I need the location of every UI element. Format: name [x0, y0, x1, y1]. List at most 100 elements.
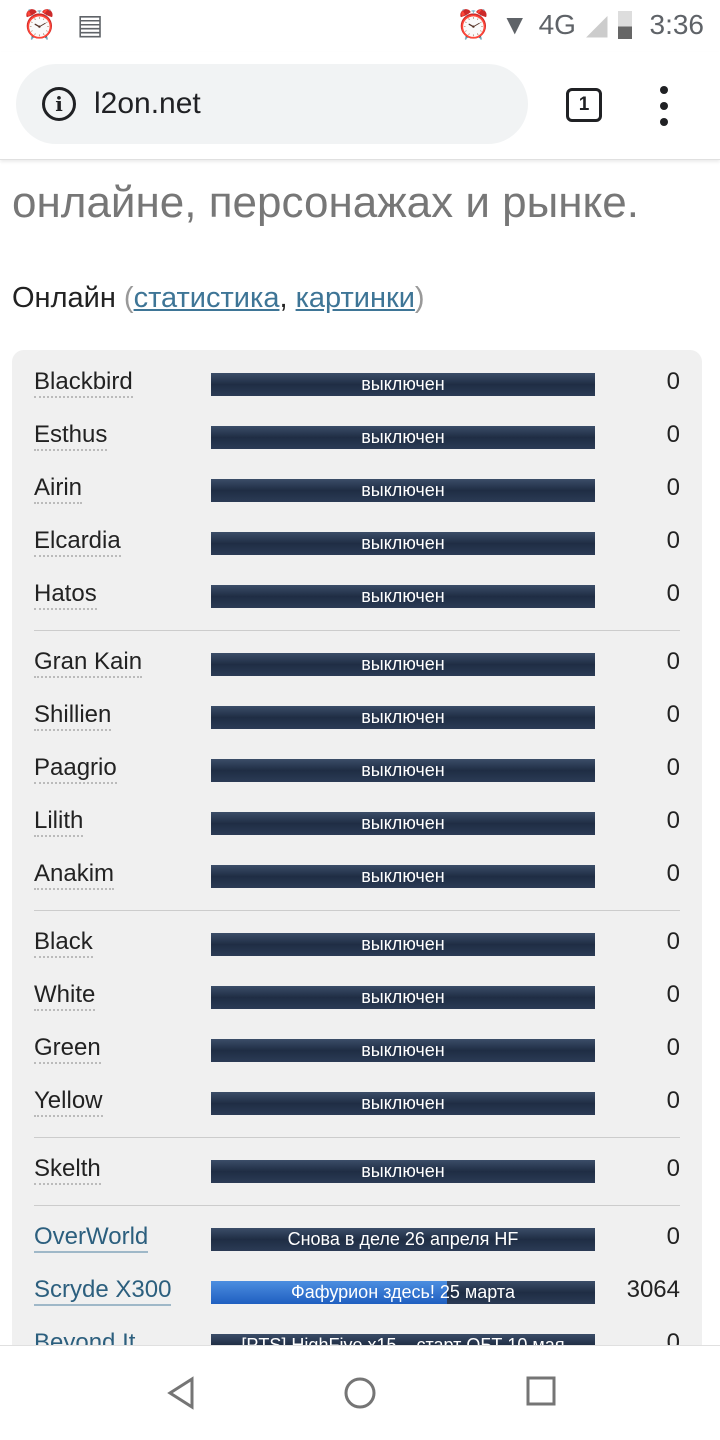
pictures-link[interactable]: картинки	[296, 282, 415, 314]
server-row: Paagrio выключен 0	[34, 744, 680, 797]
server-name[interactable]: Beyond It	[34, 1329, 135, 1345]
status-bar-2: выключен	[211, 479, 595, 502]
home-icon[interactable]	[343, 1376, 377, 1410]
server-name[interactable]: Lilith	[34, 807, 84, 837]
online-count: 0	[666, 754, 680, 781]
news-icon: ▤	[76, 9, 104, 40]
paren-close: )	[414, 282, 425, 314]
online-count: 0	[666, 1034, 680, 1061]
online-count: 0	[666, 1329, 680, 1345]
server-list: Blackbird выключен 0 Esthus выключен 0 Airin вы…	[12, 350, 702, 1345]
online-count: 0	[666, 928, 680, 955]
page-content: онлайне, персонажах и рынке. Онлайн (ста…	[0, 160, 720, 1345]
server-name[interactable]: Blackbird	[34, 368, 133, 398]
group-divider	[34, 630, 680, 631]
online-count: 0	[666, 1087, 680, 1114]
status-bar-3: выключен	[211, 812, 595, 835]
clock: 3:36	[649, 8, 705, 40]
online-count: 0	[666, 701, 680, 728]
server-status: выключен	[361, 707, 445, 727]
server-status: выключен	[361, 1093, 445, 1113]
tab-switcher-button[interactable]: 1	[566, 88, 602, 122]
server-row: Black выключен 0	[34, 918, 680, 971]
server-name[interactable]: Esthus	[34, 421, 108, 451]
server-status: выключен	[361, 427, 445, 447]
status-bar-1: выключен	[211, 426, 595, 449]
server-row: Blackbird выключен 0	[34, 358, 680, 411]
status-bar-1: выключен	[211, 706, 595, 729]
server-row: Gran Kain выключен 0	[34, 638, 680, 691]
page-headline: онлайне, персонажах и рынке.	[12, 178, 639, 227]
online-count: 0	[666, 474, 680, 501]
recents-icon[interactable]	[526, 1376, 556, 1406]
server-name[interactable]: Skelth	[34, 1155, 101, 1185]
battery-icon	[617, 10, 632, 39]
status-bar-1: выключен	[211, 986, 595, 1009]
server-status: выключен	[361, 987, 445, 1007]
server-status: выключен	[361, 480, 445, 500]
server-name[interactable]: White	[34, 981, 96, 1011]
server-name[interactable]: Yellow	[34, 1087, 103, 1117]
server-name[interactable]: Paagrio	[34, 754, 117, 784]
server-status: выключен	[361, 934, 445, 954]
server-status: выключен	[361, 760, 445, 780]
status-bar-2: [PTS] HighFive x15 – старт ОБТ 10 мая	[211, 1334, 595, 1345]
status-bar-3: выключен	[211, 1092, 595, 1115]
paren-open: (	[123, 282, 134, 314]
server-row: Anakim выключен 0	[34, 850, 680, 903]
more-menu-icon[interactable]	[654, 86, 674, 126]
status-bar-4: выключен	[211, 585, 595, 608]
online-count: 0	[666, 580, 680, 607]
statistics-link[interactable]: статистика	[134, 282, 280, 314]
server-row: Shillien выключен 0	[34, 691, 680, 744]
alarm-icon: ⏰	[22, 9, 57, 40]
server-status: выключен	[361, 866, 445, 886]
status-bar-2: выключен	[211, 759, 595, 782]
server-name[interactable]: Airin	[34, 474, 83, 504]
server-row: Esthus выключен 0	[34, 411, 680, 464]
server-status: Снова в деле 26 апреля HF	[287, 1229, 519, 1249]
server-row: Skelth выключен 0	[34, 1145, 680, 1198]
status-bar-3: выключен	[211, 532, 595, 555]
address-bar[interactable]: i l2on.net	[16, 64, 528, 144]
server-status: [PTS] HighFive x15 – старт ОБТ 10 мая	[241, 1335, 565, 1345]
status-bar-4: выключен	[211, 865, 595, 888]
server-row: Scryde X300 Фафурион здесь! 25 марта 3064	[34, 1266, 680, 1319]
group-divider	[34, 910, 680, 911]
status-bar-2: выключен	[211, 1039, 595, 1062]
status-bar-0: Снова в деле 26 апреля HF	[211, 1228, 595, 1251]
info-icon[interactable]: i	[42, 87, 76, 121]
server-row: Hatos выключен 0	[34, 570, 680, 623]
server-status: Фафурион здесь! 25 марта	[291, 1282, 515, 1302]
server-status: выключен	[361, 1040, 445, 1060]
network-type: 4G	[538, 8, 576, 40]
online-count: 0	[666, 527, 680, 554]
status-bar-0: выключен	[211, 373, 595, 396]
comma: ,	[279, 282, 296, 314]
online-label: Онлайн	[12, 282, 116, 314]
server-name[interactable]: Anakim	[34, 860, 115, 890]
status-bar-0: выключен	[211, 933, 595, 956]
server-name[interactable]: Scryde X300	[34, 1276, 172, 1306]
server-name[interactable]: Green	[34, 1034, 101, 1064]
server-row: Green выключен 0	[34, 1024, 680, 1077]
signal-icon: ◢	[585, 9, 608, 40]
online-count: 3064	[626, 1276, 680, 1303]
status-bar-0: выключен	[211, 1160, 595, 1183]
server-name[interactable]: Hatos	[34, 580, 97, 610]
online-count: 0	[666, 1155, 680, 1182]
server-status: выключен	[361, 586, 445, 606]
server-status: выключен	[361, 654, 445, 674]
navigation-bar	[0, 1345, 720, 1440]
status-bar-0: выключен	[211, 653, 595, 676]
back-icon[interactable]	[166, 1376, 196, 1410]
server-name[interactable]: OverWorld	[34, 1223, 149, 1253]
server-status: выключен	[361, 813, 445, 833]
server-name[interactable]: Gran Kain	[34, 648, 143, 678]
server-name[interactable]: Black	[34, 928, 93, 958]
server-name[interactable]: Elcardia	[34, 527, 121, 557]
server-name[interactable]: Shillien	[34, 701, 112, 731]
alarm-icon: ⏰	[456, 9, 491, 40]
url-text[interactable]: l2on.net	[94, 87, 201, 121]
online-count: 0	[666, 421, 680, 448]
